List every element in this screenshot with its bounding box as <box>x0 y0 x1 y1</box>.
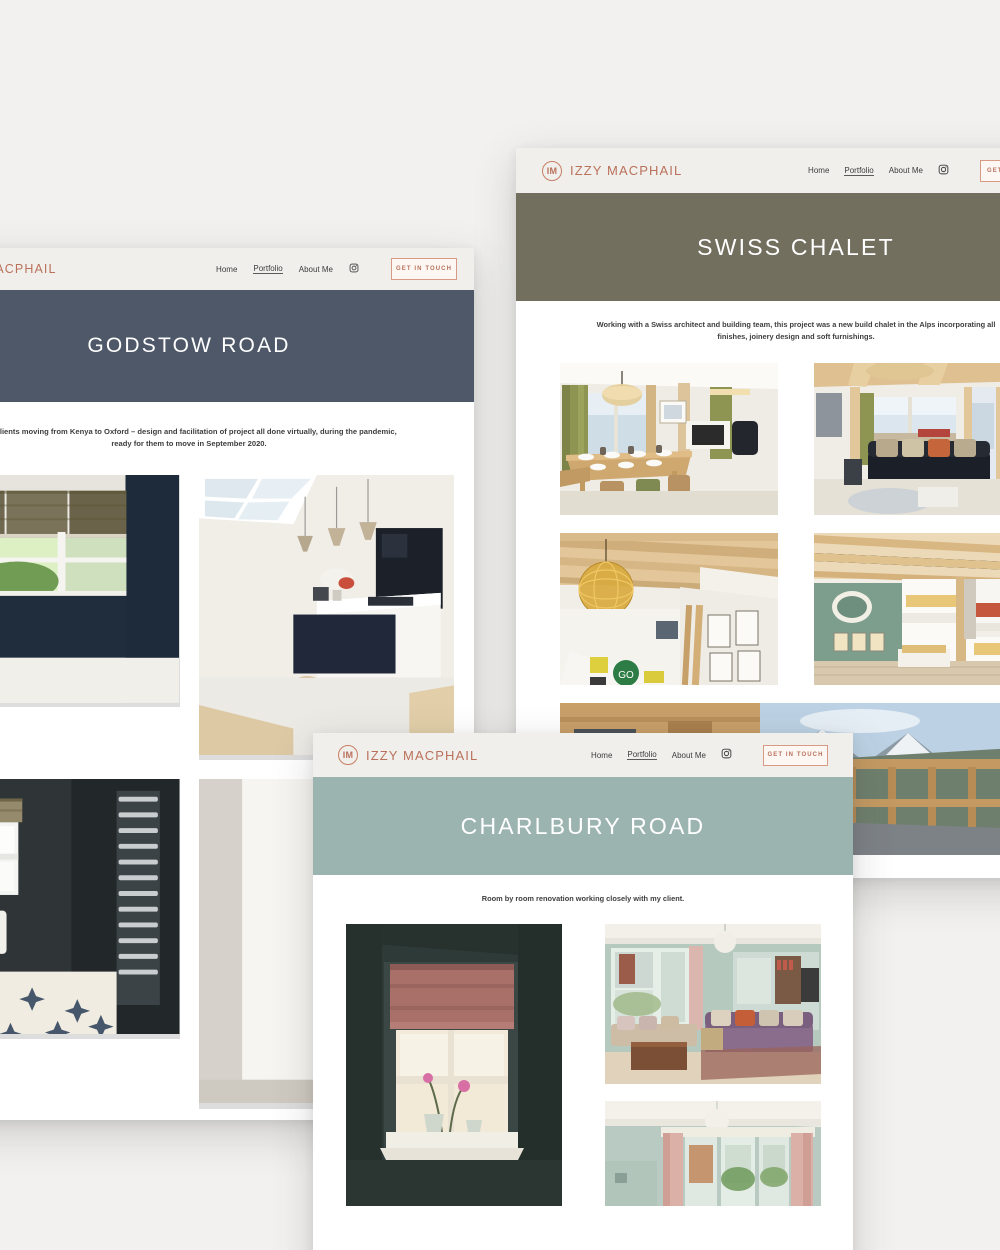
photo-chalet-hallway-gold-pendant[interactable]: GO <box>560 532 778 685</box>
brand-logo[interactable]: IM IZZY MACPHAIL <box>0 260 57 279</box>
project-intro-text: Room by room renovation working closely … <box>481 894 685 903</box>
project-intro-text: For clients moving from Kenya to Oxford … <box>0 427 397 449</box>
photo-chalet-dining-room[interactable] <box>560 362 778 515</box>
page-title: SWISS CHALET <box>697 233 895 260</box>
photo-cloakroom-star-tile-floor[interactable] <box>0 778 180 1039</box>
brand-logo[interactable]: IM IZZY MACPHAIL <box>338 745 478 765</box>
instagram-icon[interactable] <box>938 162 949 180</box>
nav-item-home[interactable]: Home <box>591 751 612 760</box>
photo-chalet-bunk-bedroom[interactable] <box>814 532 1000 685</box>
nav-item-about-me[interactable]: About Me <box>299 265 333 274</box>
brand-logo[interactable]: IM IZZY MACPHAIL <box>542 160 683 181</box>
hero-banner: SWISS CHALET <box>516 193 1000 301</box>
get-in-touch-button[interactable]: GET IN TOUCH <box>763 744 828 766</box>
photo-bay-window-pink-curtains[interactable] <box>604 1100 821 1206</box>
photo-kitchen-island-pendant-lights[interactable] <box>198 474 454 760</box>
brand-name: IZZY MACPHAIL <box>570 163 683 178</box>
hero-banner: CHARLBURY ROAD <box>313 777 853 875</box>
monogram-icon: IM <box>542 160 562 181</box>
photo-bay-window-navy-living-room[interactable] <box>0 474 180 707</box>
site-header: IM IZZY MACPHAIL Home Portfolio About Me… <box>313 733 853 777</box>
nav-item-about-me[interactable]: About Me <box>672 751 706 760</box>
project-intro-text: Working with a Swiss architect and build… <box>596 320 996 341</box>
photo-sage-living-room-purple-sofa[interactable] <box>604 923 821 1084</box>
nav-item-portfolio[interactable]: Portfolio <box>253 264 283 274</box>
hero-banner: GODSTOW ROAD <box>0 290 474 402</box>
photo-dark-green-room-pink-blind[interactable] <box>345 923 562 1206</box>
instagram-icon[interactable] <box>349 260 359 278</box>
nav-item-home[interactable]: Home <box>808 166 829 175</box>
site-header: IM IZZY MACPHAIL Home Portfolio About Me… <box>0 248 474 290</box>
nav-item-portfolio[interactable]: Portfolio <box>627 750 657 760</box>
get-in-touch-button[interactable]: GET IN TOUCH <box>391 258 457 280</box>
nav-item-home[interactable]: Home <box>216 265 237 274</box>
photo-grid <box>345 923 821 1206</box>
photo-chalet-living-room-sofa[interactable] <box>814 362 1000 515</box>
nav-item-about-me[interactable]: About Me <box>889 166 923 175</box>
svg-text:GO: GO <box>618 670 634 681</box>
instagram-icon[interactable] <box>721 746 732 764</box>
site-header: IM IZZY MACPHAIL Home Portfolio About Me… <box>516 148 1000 193</box>
page-title: CHARLBURY ROAD <box>460 812 706 839</box>
main-nav: Home Portfolio About Me GET IN TOUCH <box>216 258 457 280</box>
browser-card-charlbury-road[interactable]: IM IZZY MACPHAIL Home Portfolio About Me… <box>313 733 853 1250</box>
canvas: IM IZZY MACPHAIL Home Portfolio About Me… <box>0 0 1000 1250</box>
brand-name: IZZY MACPHAIL <box>366 747 479 763</box>
nav-item-portfolio[interactable]: Portfolio <box>844 166 874 176</box>
get-in-touch-button[interactable]: GET IN TOUCH <box>980 159 1000 182</box>
page-title: GODSTOW ROAD <box>87 334 291 357</box>
main-nav: Home Portfolio About Me GET IN TOUCH <box>808 159 1000 182</box>
brand-name: IZZY MACPHAIL <box>0 262 57 276</box>
monogram-icon: IM <box>338 745 358 765</box>
main-nav: Home Portfolio About Me GET IN TOUCH <box>591 744 828 766</box>
